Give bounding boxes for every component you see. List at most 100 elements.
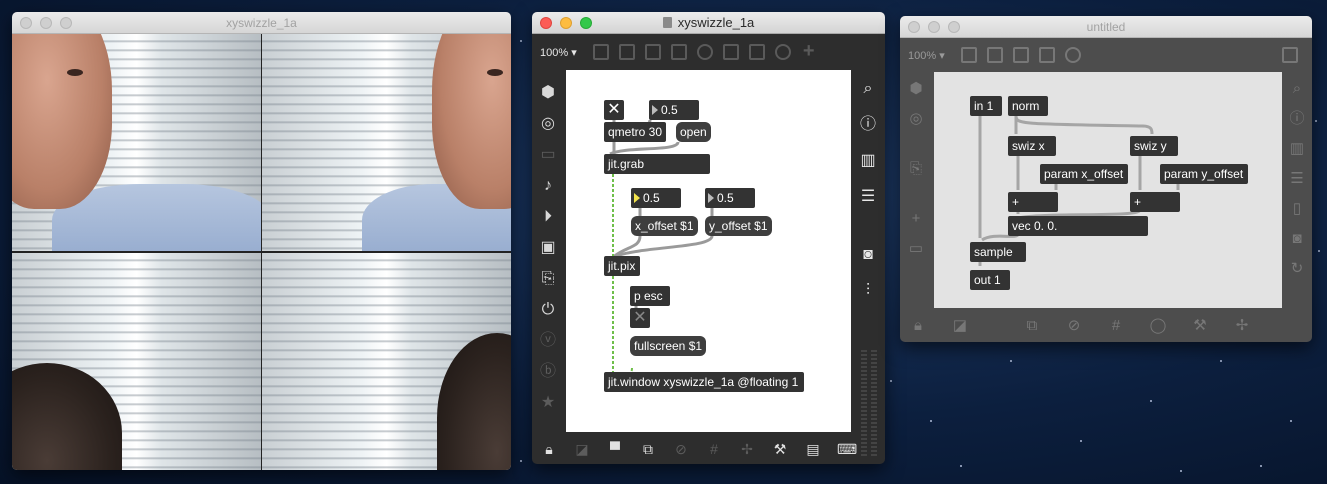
number-box-x[interactable]: 0.5	[631, 188, 681, 208]
list-icon[interactable]: ☰	[1287, 168, 1307, 190]
in-1-object[interactable]: in 1	[970, 96, 1002, 116]
fullscreen-message[interactable]: fullscreen $1	[630, 336, 707, 356]
jit-window-object[interactable]: jit.window xyswizzle_1a @floating 1	[604, 372, 804, 392]
matrix-icon[interactable]	[1012, 47, 1029, 63]
y-offset-message[interactable]: y_offset $1	[705, 216, 772, 236]
close-button[interactable]	[908, 21, 920, 33]
codebox-side-icon[interactable]: ▭	[906, 238, 926, 260]
info-icon[interactable]: ⓘ	[858, 114, 878, 136]
p-esc-object[interactable]: p esc	[630, 286, 670, 306]
zoom-button[interactable]	[580, 17, 592, 29]
dial-object-icon[interactable]	[774, 44, 791, 60]
paperclip-icon[interactable]: ⎘	[538, 266, 558, 291]
reference-book-icon[interactable]: ▥	[858, 150, 878, 172]
zoom-menu[interactable]: 100% ▾	[540, 46, 577, 59]
presentation-mode-icon[interactable]: ◪	[950, 315, 970, 337]
mute-audio-icon[interactable]: ⊘	[672, 441, 690, 458]
close-button[interactable]	[20, 17, 32, 29]
keyboard-icon[interactable]: ▭	[538, 142, 558, 167]
param-x-offset-object[interactable]: param x_offset	[1040, 164, 1128, 184]
info-icon[interactable]: ⓘ	[1287, 108, 1307, 130]
untitled-canvas[interactable]: in 1 norm swiz x swiz y param x_offset p…	[934, 72, 1282, 308]
zoom-button[interactable]	[60, 17, 72, 29]
norm-object[interactable]: norm	[1008, 96, 1048, 116]
add-object-icon[interactable]: +	[801, 41, 817, 61]
list-icon[interactable]: ☰	[858, 186, 878, 208]
search-icon[interactable]: ⌕	[1287, 78, 1307, 100]
minimize-button[interactable]	[928, 21, 940, 33]
mixer-icon[interactable]: ⫶	[858, 280, 878, 302]
zoom-button[interactable]	[948, 21, 960, 33]
open-message[interactable]: open	[676, 122, 711, 142]
paint-bucket-icon[interactable]	[1064, 47, 1081, 63]
grid-icon[interactable]	[618, 44, 635, 60]
plus-x-object[interactable]: +	[1008, 192, 1058, 212]
grid-toggle-icon[interactable]: #	[1106, 315, 1126, 337]
swiz-x-object[interactable]: swiz x	[1008, 136, 1056, 156]
hammer-icon[interactable]: ⚒	[1190, 315, 1210, 337]
number-box-top[interactable]: 0.5	[649, 100, 699, 120]
video-window[interactable]: xyswizzle_1a	[12, 12, 511, 470]
qmetro-object[interactable]: qmetro 30	[604, 122, 666, 142]
target-icon[interactable]: ◎	[538, 111, 558, 136]
comment-icon[interactable]	[986, 47, 1003, 63]
close-button[interactable]	[540, 17, 552, 29]
book-icon[interactable]: ▯	[1287, 198, 1307, 220]
vec-object[interactable]: vec 0. 0.	[1008, 216, 1148, 236]
zoom-menu[interactable]: 100% ▾	[908, 49, 945, 62]
snap-icon[interactable]: ✢	[1232, 315, 1252, 337]
wrench-icon[interactable]: ⚒	[771, 441, 789, 458]
toggle-object-icon[interactable]	[670, 44, 687, 60]
image-icon[interactable]: ▣	[538, 235, 558, 260]
camera-icon[interactable]: ◙	[858, 244, 878, 266]
keyboard-shortcuts-icon[interactable]: ⌨	[837, 441, 857, 458]
new-view-icon[interactable]: ⧉	[639, 441, 657, 458]
presentation-icon[interactable]	[592, 44, 609, 60]
debug-icon[interactable]: ◯	[1148, 315, 1168, 337]
patcher-window-titlebar[interactable]: xyswizzle_1a	[532, 12, 885, 34]
untitled-window-titlebar[interactable]: untitled	[900, 16, 1312, 38]
plus-y-object[interactable]: +	[1130, 192, 1180, 212]
slider-object-icon[interactable]	[748, 44, 765, 60]
paperclip-icon[interactable]: ⎘	[906, 158, 926, 180]
refresh-icon[interactable]: ↻	[1287, 258, 1307, 280]
present-icon[interactable]: ▀	[606, 441, 624, 457]
sample-object[interactable]: sample	[970, 242, 1026, 262]
mute-audio-icon[interactable]: ⊘	[1064, 315, 1084, 337]
untitled-window[interactable]: untitled 100% ▾ ⬢ ◎ ⎘ + ▭ in 1 norm swiz…	[900, 16, 1312, 342]
bpatcher-icon[interactable]: ⓑ	[538, 359, 558, 384]
lock-icon[interactable]: 🔒︎	[540, 441, 558, 458]
cube-icon[interactable]: ⬢	[538, 80, 558, 105]
music-note-icon[interactable]: ♪	[538, 173, 558, 198]
message-object-icon[interactable]	[722, 44, 739, 60]
codebox-icon[interactable]	[1038, 47, 1055, 63]
camera-icon[interactable]: ◙	[1287, 228, 1307, 250]
swiz-y-object[interactable]: swiz y	[1130, 136, 1178, 156]
comment-icon[interactable]	[644, 44, 661, 60]
piano-icon[interactable]: ▤	[804, 441, 822, 458]
reference-book-icon[interactable]: ▥	[1287, 138, 1307, 160]
grid-toggle-icon[interactable]: #	[705, 441, 723, 457]
vst-icon[interactable]: ⓥ	[538, 328, 558, 353]
presentation-mode-icon[interactable]: ◪	[573, 441, 591, 458]
plug-icon[interactable]: ⏻	[538, 297, 558, 322]
patcher-window[interactable]: xyswizzle_1a 100% ▾ + ⬢ ◎ ▭ ♪ ⏵ ▣ ⎘ ⏻ ⓥ …	[532, 12, 885, 464]
new-view-icon[interactable]: ⧉	[1022, 315, 1042, 337]
minimize-button[interactable]	[40, 17, 52, 29]
video-window-titlebar[interactable]: xyswizzle_1a	[12, 12, 511, 34]
toggle-top[interactable]: ✕	[604, 100, 624, 120]
x-offset-message[interactable]: x_offset $1	[631, 216, 698, 236]
target-icon[interactable]: ◎	[906, 108, 926, 130]
grid-view-icon[interactable]	[1282, 47, 1298, 63]
out-1-object[interactable]: out 1	[970, 270, 1010, 290]
toggle-fullscreen[interactable]: ✕	[630, 308, 650, 328]
button-object-icon[interactable]	[696, 44, 713, 60]
presentation-icon[interactable]	[960, 47, 977, 63]
jit-grab-object[interactable]: jit.grab	[604, 154, 710, 174]
lock-icon[interactable]: 🔒︎	[908, 315, 928, 337]
patcher-canvas[interactable]: ✕ 0.5 qmetro 30 open jit.grab 0.5 0.5 x_…	[566, 70, 851, 432]
minimize-button[interactable]	[560, 17, 572, 29]
search-icon[interactable]: ⌕	[858, 78, 878, 100]
add-icon[interactable]: +	[906, 208, 926, 230]
jit-pix-object[interactable]: jit.pix	[604, 256, 640, 276]
